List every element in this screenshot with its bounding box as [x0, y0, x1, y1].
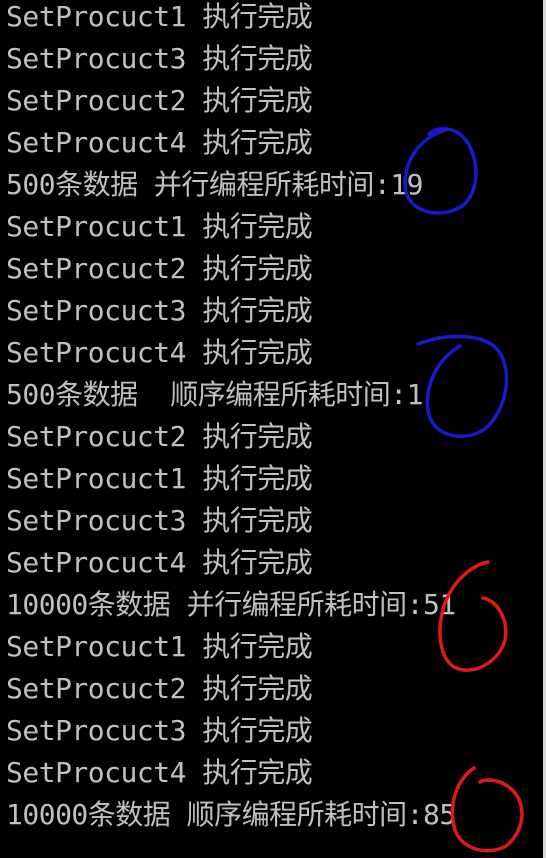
console-line: SetProcuct3 执行完成	[6, 504, 313, 537]
red-annotation-circle	[450, 766, 524, 853]
console-line: SetProcuct1 执行完成	[6, 210, 313, 243]
console-line: SetProcuct1 执行完成	[6, 462, 313, 495]
console-line: SetProcuct2 执行完成	[6, 420, 313, 453]
timing-line-sequential-10000: 10000条数据 顺序编程所耗时间:85	[6, 798, 456, 831]
console-line: SetProcuct2 执行完成	[6, 84, 313, 117]
console-line: SetProcuct4 执行完成	[6, 756, 313, 789]
console-line: SetProcuct3 执行完成	[6, 42, 313, 75]
timing-line-parallel-500: 500条数据 并行编程所耗时间:19	[6, 168, 424, 201]
console-line: SetProcuct2 执行完成	[6, 672, 313, 705]
console-line: SetProcuct3 执行完成	[6, 294, 313, 327]
console-line: SetProcuct4 执行完成	[6, 126, 313, 159]
console-window: SetProcuct1 执行完成 SetProcuct3 执行完成 SetPro…	[0, 0, 546, 858]
console-line: SetProcuct2 执行完成	[6, 252, 313, 285]
console-line: SetProcuct4 执行完成	[6, 546, 313, 579]
console-line: SetProcuct3 执行完成	[6, 714, 313, 747]
blue-annotation-circle	[416, 334, 509, 439]
timing-line-parallel-10000: 10000条数据 并行编程所耗时间:51	[6, 588, 456, 621]
timing-line-sequential-500: 500条数据 顺序编程所耗时间:1	[6, 378, 424, 411]
console-line: SetProcuct1 执行完成	[6, 0, 313, 33]
console-line: SetProcuct4 执行完成	[6, 336, 313, 369]
console-line: SetProcuct1 执行完成	[6, 630, 313, 663]
